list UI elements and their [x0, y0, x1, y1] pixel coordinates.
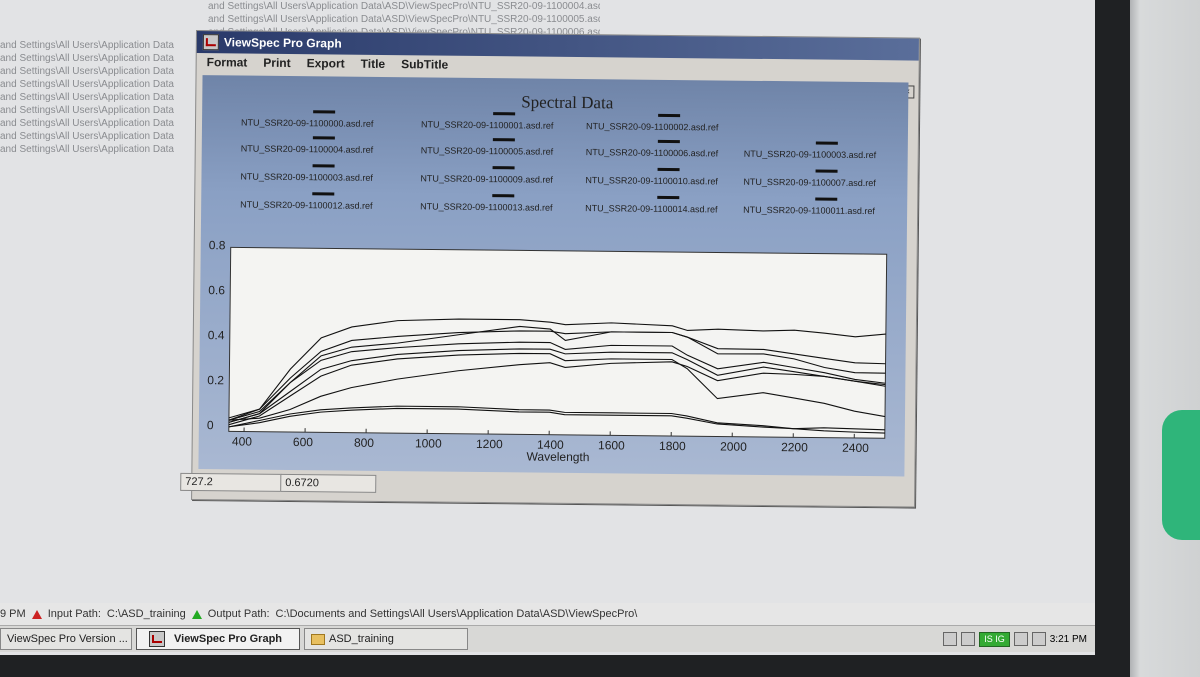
tray-icon[interactable]: [961, 632, 976, 646]
task-label: ViewSpec Pro Version ...: [7, 633, 128, 645]
x-tick-label: 1200: [476, 437, 503, 451]
output-path-value: C:\Documents and Settings\All Users\Appl…: [275, 608, 638, 620]
x-tick-label: 600: [293, 435, 313, 449]
x-tick-label: 400: [232, 434, 252, 448]
legend-label: NTU_SSR20-09-1100000.asd.ref: [240, 117, 374, 129]
cursor-x-readout: 727.2: [180, 472, 283, 492]
y-tick-label: 0: [207, 418, 214, 432]
menu-format[interactable]: Format: [207, 55, 248, 69]
legend-label: NTU_SSR20-09-1100001.asd.ref: [420, 119, 554, 131]
legend-swatch: [657, 139, 680, 144]
legend-swatch: [658, 113, 681, 118]
menu-export[interactable]: Export: [307, 56, 345, 70]
screen: and Settings\All Users\Application Data\…: [0, 0, 1095, 655]
menu-title[interactable]: Title: [361, 57, 386, 71]
legend-swatch: [657, 167, 680, 172]
x-tick-label: 2200: [781, 440, 808, 454]
y-tick-label: 0.4: [208, 328, 225, 342]
legend-label: NTU_SSR20-09-1100004.asd.ref: [240, 143, 374, 155]
legend-label: NTU_SSR20-09-1100005.asd.ref: [420, 145, 554, 157]
volume-icon[interactable]: [1031, 632, 1046, 646]
legend-label: NTU_SSR20-09-1100014.asd.ref: [585, 203, 718, 215]
legend-label: NTU_SSR20-09-1100010.asd.ref: [585, 175, 718, 187]
taskbar: ViewSpec Pro Version ... ViewSpec Pro Gr…: [0, 625, 1095, 652]
network-icon[interactable]: [1013, 632, 1028, 646]
tray-badge[interactable]: IS IG: [979, 631, 1010, 647]
ok-icon: [191, 609, 202, 619]
x-axis-label: Wavelength: [526, 449, 589, 464]
graph-app-icon: [202, 34, 219, 51]
task-viewspec-pro[interactable]: ViewSpec Pro Version ...: [0, 628, 132, 650]
legend-swatch: [815, 141, 838, 145]
warning-icon: [31, 609, 42, 619]
input-path-value: C:\ASD_training: [106, 608, 186, 620]
legend-swatch: [492, 194, 515, 198]
legend-swatch: [657, 195, 680, 200]
output-path-label: Output Path:: [207, 608, 270, 620]
graph-area: 0 0.2 0.4 0.6 0.8 400 600 800 1000 1200 1400 1600 18…: [198, 75, 909, 477]
legend-label: NTU_SSR20-09-1100012.asd.ref: [240, 199, 373, 211]
x-tick-label: 1800: [659, 439, 686, 453]
green-object: [1162, 410, 1200, 540]
legend-swatch: [312, 164, 335, 168]
menu-subtitle[interactable]: SubTitle: [401, 57, 448, 71]
legend-label: NTU_SSR20-09-1100013.asd.ref: [420, 201, 553, 213]
legend-swatch: [493, 112, 516, 116]
legend-swatch: [313, 110, 336, 114]
task-asd-training[interactable]: ASD_training: [304, 628, 468, 650]
status-time: 9 PM: [0, 608, 26, 620]
legend-swatch: [312, 192, 335, 196]
window-title: ViewSpec Pro Graph: [223, 35, 342, 51]
legend-swatch: [492, 138, 515, 142]
folder-icon: [311, 633, 325, 645]
x-tick-label: 2000: [720, 440, 747, 454]
legend-swatch: [815, 169, 838, 173]
system-tray: IS IG 3:21 PM: [943, 631, 1095, 647]
viewspec-graph-window: ViewSpec Pro Graph Format Print Export T…: [180, 30, 920, 508]
menu-print[interactable]: Print: [263, 56, 290, 70]
monitor-bezel: and Settings\All Users\Application Data\…: [0, 0, 1130, 677]
graph-app-icon: [149, 631, 165, 647]
x-tick-label: 1000: [415, 436, 442, 450]
tray-clock: 3:21 PM: [1049, 633, 1087, 645]
legend-swatch: [815, 197, 838, 201]
x-tick-label: 2400: [842, 441, 869, 455]
chart-title: Spectral Data: [521, 92, 614, 113]
x-tick-label: 800: [354, 436, 374, 450]
y-tick-label: 0.2: [207, 373, 224, 387]
spectral-chart[interactable]: 00.20.40.60.8400 600 800 1000 1200 1400 1600 18…: [198, 75, 908, 476]
background-path-line: and Settings\All Users\Application Data\…: [208, 14, 600, 25]
task-label: ASD_training: [329, 633, 394, 645]
background-path-line: and Settings\All Users\Application Data\…: [208, 1, 600, 12]
legend-label: NTU_SSR20-09-1100011.asd.ref: [743, 204, 875, 217]
legend-label: NTU_SSR20-09-1100003.asd.ref: [743, 148, 877, 161]
legend-swatch: [492, 166, 515, 170]
legend-label: NTU_SSR20-09-1100006.asd.ref: [585, 147, 719, 159]
y-tick-label: 0.8: [209, 238, 226, 252]
legend-label: NTU_SSR20-09-1100002.asd.ref: [585, 121, 719, 133]
input-path-label: Input Path:: [47, 608, 101, 620]
task-viewspec-graph[interactable]: ViewSpec Pro Graph: [136, 628, 300, 650]
legend-swatch: [312, 136, 335, 140]
help-icon[interactable]: [943, 632, 958, 646]
y-tick-label: 0.6: [208, 283, 225, 297]
task-label: ViewSpec Pro Graph: [174, 633, 283, 645]
status-line: 9 PM Input Path: C:\ASD_training Output …: [0, 603, 1095, 625]
legend-label: NTU_SSR20-09-1100003.asd.ref: [240, 171, 373, 183]
legend-label: NTU_SSR20-09-1100009.asd.ref: [420, 173, 553, 185]
x-tick-label: 1600: [598, 438, 625, 452]
cursor-y-readout: 0.6720: [280, 473, 377, 493]
legend-label: NTU_SSR20-09-1100007.asd.ref: [743, 176, 876, 189]
